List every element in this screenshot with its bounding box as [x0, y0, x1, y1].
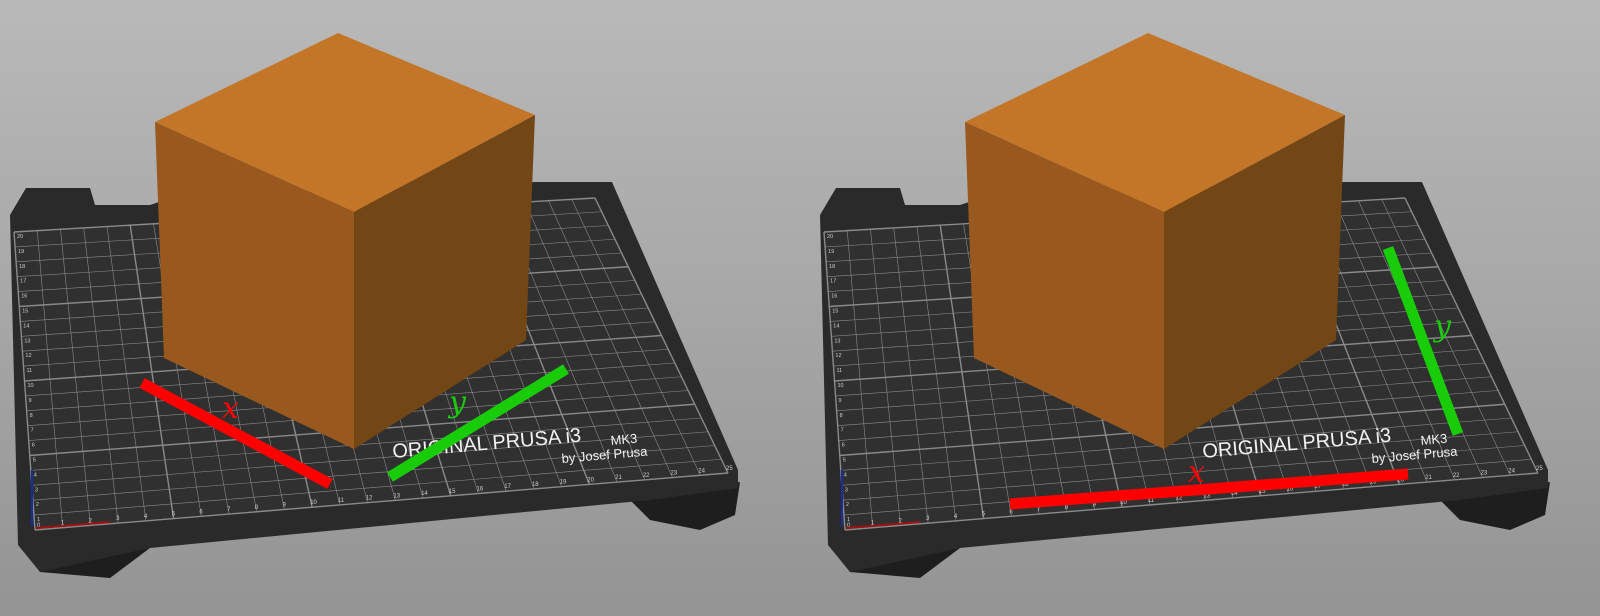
x-tick-label: 24 — [1508, 468, 1515, 474]
y-tick-label: 4 — [34, 472, 37, 478]
y-tick-label: 14 — [23, 323, 29, 329]
x-tick-label: 25 — [1536, 466, 1543, 472]
y-tick-label: 8 — [30, 413, 33, 419]
x-tick-label: 20 — [587, 477, 594, 483]
x-tick-label: 25 — [726, 466, 733, 472]
x-tick-label: 21 — [1425, 475, 1432, 481]
left-view: 1 2 3 4 5 6 7 8 9 10 11 12 13 14 15 16 17 18 19 20 21 22 23 24 2… — [10, 33, 740, 578]
y-tick-label: 6 — [842, 443, 845, 449]
y-tick-label: 16 — [21, 294, 27, 300]
y-tick-label: 12 — [25, 353, 31, 359]
y-tick-label: 11 — [26, 368, 32, 374]
x-tick-label: 19 — [560, 480, 567, 486]
x-tick-label: 10 — [310, 500, 317, 506]
y-tick-label: 3 — [35, 487, 38, 493]
x-tick-label: 12 — [366, 496, 373, 502]
x-tick-label: 22 — [1453, 473, 1460, 479]
viewport-scene: 1 2 3 4 5 6 7 8 9 10 11 12 13 14 15 16 17 18 19 20 21 22 23 24 2… — [10, 33, 1550, 578]
x-tick-label: 22 — [643, 473, 650, 479]
y-tick-label: 13 — [24, 338, 30, 344]
x-tick-label: 23 — [1481, 471, 1488, 477]
y-tick-label: 4 — [844, 472, 847, 478]
right-view: 1 2 3 4 5 6 7 8 9 10 11 12 13 14 15 16 17 18 19 20 21 22 23 24 2… — [820, 33, 1550, 578]
y-tick-label: 20 — [827, 234, 833, 240]
x-tick-label: 23 — [671, 471, 678, 477]
y-axis-label: y — [447, 385, 467, 420]
y-tick-label: 6 — [32, 443, 35, 449]
x-tick-label: 11 — [338, 498, 345, 504]
x-tick-label: 14 — [421, 491, 428, 497]
x-tick-label: 18 — [532, 482, 539, 488]
y-tick-label: 10 — [838, 383, 844, 389]
y-tick-label: 10 — [28, 383, 34, 389]
y-tick-label: 2 — [846, 502, 849, 508]
y-tick-label: 5 — [843, 458, 846, 464]
x-tick-label: 16 — [477, 487, 484, 493]
x-tick-label: 15 — [449, 489, 456, 495]
y-tick-label: 18 — [829, 264, 835, 270]
x-axis-label: x — [222, 391, 239, 426]
y-tick-label: 20 — [17, 234, 23, 240]
y-tick-label: 2 — [36, 502, 39, 508]
y-axis-label: y — [1432, 309, 1452, 344]
x-tick-label: 21 — [615, 475, 622, 481]
x-tick-label: 13 — [393, 493, 400, 499]
y-tick-label: 16 — [831, 294, 837, 300]
x-tick-label: 24 — [698, 468, 705, 474]
y-tick-label: 8 — [840, 413, 843, 419]
y-tick-label: 14 — [833, 323, 839, 329]
y-tick-label: 17 — [20, 279, 26, 285]
y-tick-label: 7 — [841, 428, 844, 434]
y-tick-label: 3 — [845, 487, 848, 493]
y-tick-label: 9 — [839, 398, 842, 404]
y-tick-label: 15 — [22, 309, 28, 315]
x-axis-label: x — [1188, 455, 1205, 490]
y-tick-label: 11 — [836, 368, 842, 374]
y-tick-label: 19 — [18, 249, 24, 255]
y-tick-label: 19 — [828, 249, 834, 255]
y-tick-label: 18 — [19, 264, 25, 270]
y-tick-label: 5 — [33, 458, 36, 464]
y-tick-label: 17 — [830, 279, 836, 285]
y-tick-label: 13 — [834, 338, 840, 344]
y-tick-label: 7 — [31, 428, 34, 434]
y-tick-label: 15 — [832, 309, 838, 315]
y-tick-label: 9 — [29, 398, 32, 404]
y-tick-label: 12 — [835, 353, 841, 359]
x-tick-label: 17 — [504, 484, 511, 490]
